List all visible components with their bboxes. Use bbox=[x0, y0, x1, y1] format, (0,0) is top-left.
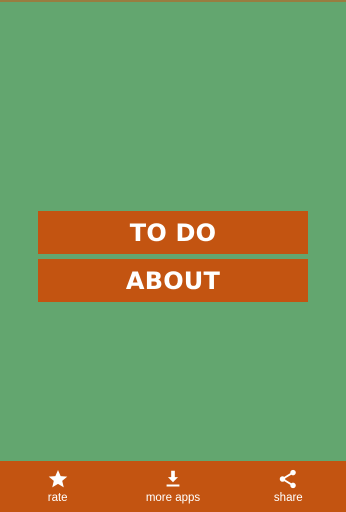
todo-button[interactable]: TO DO bbox=[38, 211, 308, 254]
status-edge bbox=[0, 0, 346, 2]
about-button-label: ABOUT bbox=[125, 266, 221, 295]
rate-label: rate bbox=[47, 492, 68, 504]
more-apps-button[interactable]: more apps bbox=[115, 461, 230, 512]
about-button[interactable]: ABOUT bbox=[38, 259, 308, 302]
share-button[interactable]: share bbox=[231, 461, 346, 512]
app-screen: TO DO ABOUT rate more apps share bbox=[0, 0, 346, 512]
todo-button-label: TO DO bbox=[129, 218, 217, 247]
share-icon bbox=[280, 469, 297, 489]
download-icon bbox=[166, 470, 180, 487]
more-apps-label: more apps bbox=[145, 492, 201, 504]
bottom-bar: rate more apps share bbox=[0, 461, 346, 512]
rate-button[interactable]: rate bbox=[0, 461, 115, 512]
share-label: share bbox=[273, 492, 303, 504]
star-icon bbox=[48, 470, 67, 488]
